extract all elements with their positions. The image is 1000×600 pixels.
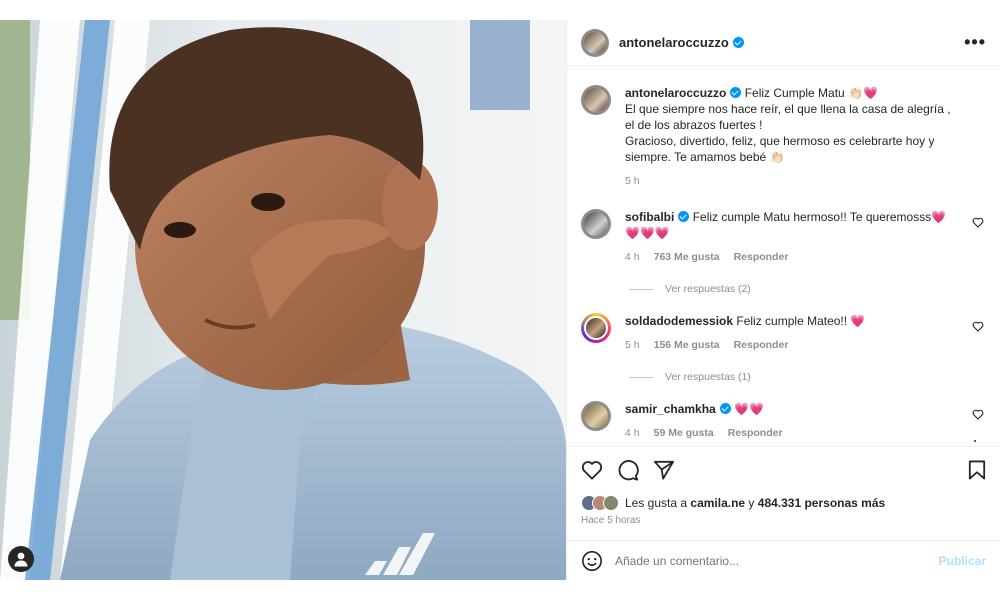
post-actions: Les gusta a camila.ne y 484.331 personas… [567, 446, 1000, 546]
view-replies-button[interactable]: Ver respuestas (1) [629, 371, 986, 383]
comment-likes-button[interactable]: 59 Me gusta [654, 425, 714, 441]
comment-avatar[interactable] [581, 313, 611, 343]
more-options-button[interactable]: ••• [964, 32, 986, 53]
publish-button[interactable]: Publicar [939, 554, 986, 568]
verified-badge-icon [730, 87, 742, 98]
liker-avatars [581, 495, 619, 511]
author-avatar[interactable] [581, 28, 609, 57]
comment-reply-button[interactable]: Responder [728, 425, 783, 441]
replies-divider [629, 288, 653, 290]
comment-reply-button[interactable]: Responder [734, 337, 789, 353]
comment-item: soldadodemessiok Feliz cumple Mateo!! 💗 … [581, 313, 986, 353]
verified-badge-icon [678, 211, 690, 222]
comment-time: 4 h [625, 427, 640, 439]
caption-time: 5 h [625, 175, 640, 187]
post-time-ago: Hace 5 horas [581, 515, 641, 526]
comment-likes-button[interactable]: 763 Me gusta [654, 249, 720, 265]
likes-prefix: Les gusta a [625, 496, 688, 510]
verified-badge-icon [719, 403, 731, 414]
caption: antonelaroccuzzo Feliz Cumple Matu 👏🏻💗 E… [581, 85, 986, 189]
caption-username[interactable]: antonelaroccuzzo [625, 86, 726, 100]
photo-illustration [0, 20, 566, 580]
caption-text-line3: Gracioso, divertido, feliz, que hermoso … [625, 134, 935, 164]
comment-input[interactable] [615, 553, 939, 568]
comment-username[interactable]: sofibalbi [625, 210, 674, 224]
verified-badge-icon [732, 37, 744, 48]
comment-avatar[interactable] [581, 401, 611, 431]
add-comment-bar: Publicar [567, 540, 1000, 580]
save-bookmark-icon[interactable] [968, 460, 986, 480]
like-comment-heart-icon[interactable] [972, 409, 984, 420]
author-username[interactable]: antonelaroccuzzo [619, 35, 729, 50]
comment-item: samir_chamkha 💗💗 4 h 59 Me gusta Respond… [581, 401, 986, 441]
view-replies-label: Ver respuestas (1) [665, 371, 751, 383]
comment-time: 4 h [625, 251, 640, 263]
comment-avatar[interactable] [581, 209, 611, 239]
liker-username[interactable]: camila.ne [690, 496, 745, 510]
comment-reply-button[interactable]: Responder [734, 249, 789, 265]
comment-username[interactable]: soldadodemessiok [625, 314, 733, 328]
likes-summary[interactable]: Les gusta a camila.ne y 484.331 personas… [581, 495, 986, 511]
comment-bubble-icon[interactable] [617, 459, 639, 481]
comment-text: 💗💗 [734, 402, 764, 416]
like-heart-icon[interactable] [581, 460, 603, 480]
view-replies-label: Ver respuestas (2) [665, 283, 751, 295]
post-header: antonelaroccuzzo ••• [567, 20, 1000, 66]
comment-item: sofibalbi Feliz cumple Matu hermoso!! Te… [581, 209, 986, 265]
comment-text: Feliz cumple Mateo!! 💗 [736, 314, 866, 328]
post-photo[interactable] [0, 20, 566, 580]
likes-count[interactable]: 484.331 personas más [758, 496, 885, 510]
caption-text-line2: El que siempre nos hace reír, el que lle… [625, 102, 951, 132]
post-side-panel: antonelaroccuzzo ••• antonelaroccuzzo Fe… [566, 20, 1000, 580]
comment-likes-button[interactable]: 156 Me gusta [654, 337, 720, 353]
emoji-smiley-icon[interactable] [581, 550, 603, 572]
replies-divider [629, 376, 653, 378]
likes-middle: y [745, 496, 758, 510]
caption-avatar[interactable] [581, 85, 611, 115]
share-send-icon[interactable] [653, 460, 675, 480]
tagged-user-icon[interactable] [8, 546, 34, 572]
like-comment-heart-icon[interactable] [972, 217, 984, 228]
view-replies-button[interactable]: Ver respuestas (2) [629, 283, 986, 295]
instagram-post: antonelaroccuzzo ••• antonelaroccuzzo Fe… [0, 20, 1000, 580]
like-comment-heart-icon[interactable] [972, 321, 984, 332]
comments-list[interactable]: antonelaroccuzzo Feliz Cumple Matu 👏🏻💗 E… [567, 67, 1000, 445]
caption-text-line1: Feliz Cumple Matu 👏🏻💗 [744, 86, 878, 100]
comment-time: 5 h [625, 339, 640, 351]
comment-username[interactable]: samir_chamkha [625, 402, 716, 416]
cursor-dot [974, 440, 976, 442]
